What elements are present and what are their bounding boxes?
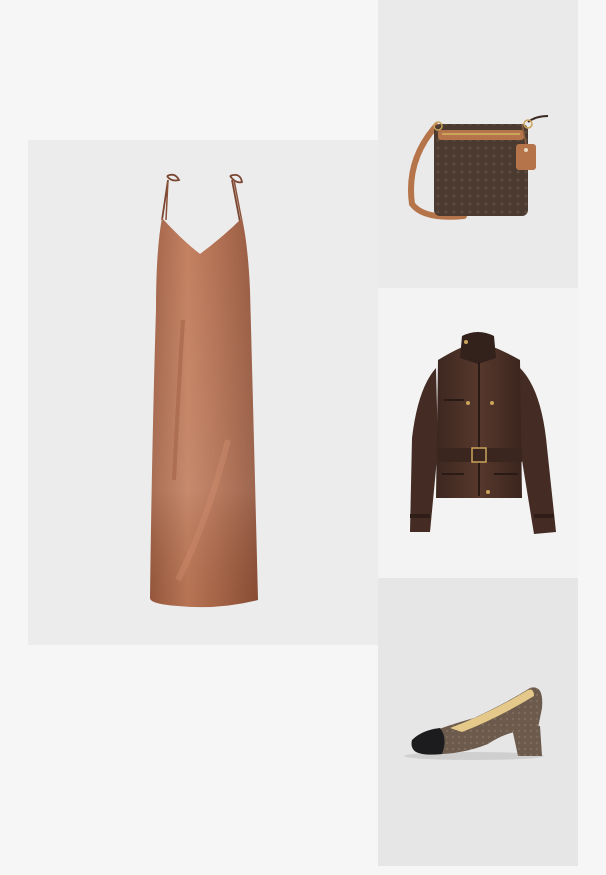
shoe-tile[interactable]	[378, 578, 578, 866]
jacket-tile[interactable]	[378, 288, 578, 578]
crossbody-bag-image	[408, 115, 549, 220]
slip-dress-image	[150, 173, 258, 608]
block-heel-pump-image	[404, 687, 544, 760]
dress-tile[interactable]	[28, 140, 378, 645]
leather-jacket-image	[410, 332, 556, 534]
bag-tile[interactable]	[378, 0, 578, 288]
